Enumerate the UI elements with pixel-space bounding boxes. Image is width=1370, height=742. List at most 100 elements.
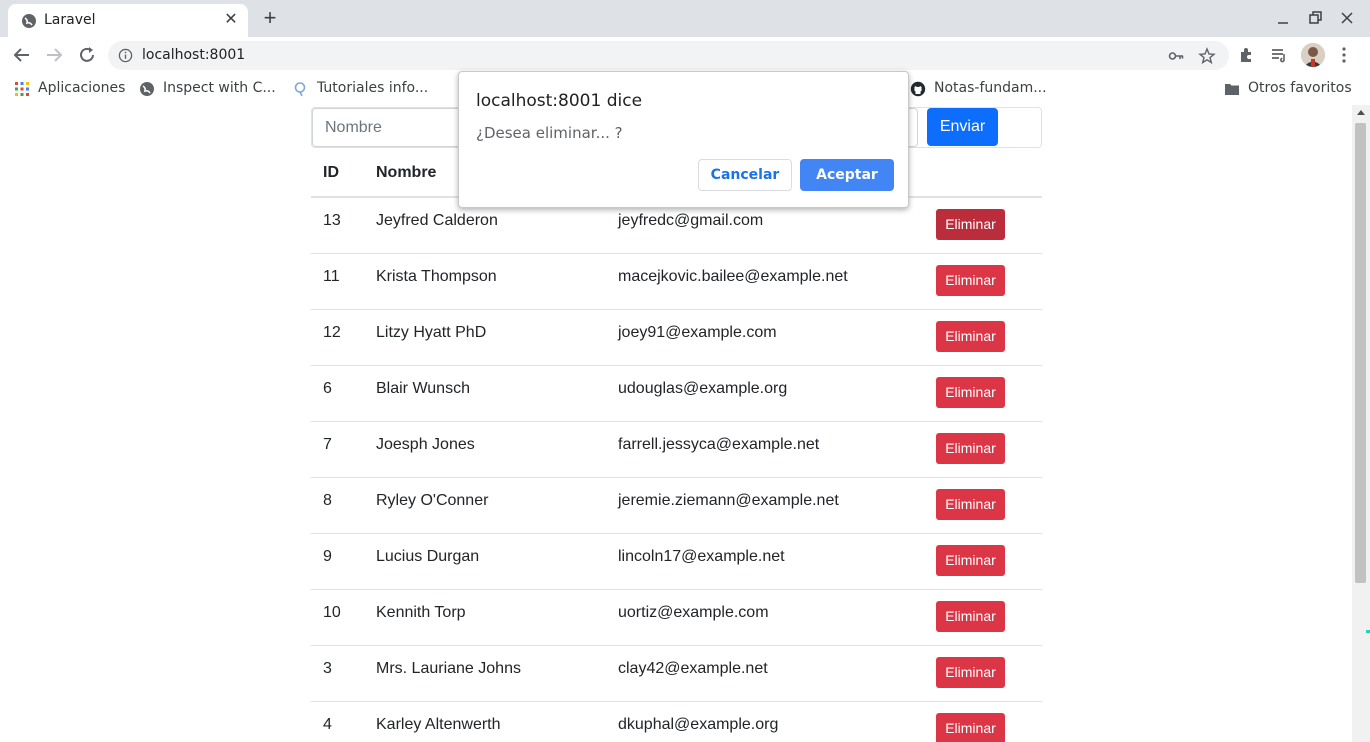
- row-id-cell: 11: [311, 253, 364, 310]
- row-name-text: Kennith Torp: [376, 604, 466, 621]
- row-action-cell: Eliminar: [924, 309, 1042, 366]
- row-name-text: Lucius Durgan: [376, 548, 480, 565]
- row-name-cell: Mrs. Lauriane Johns: [364, 645, 606, 702]
- table-row: 11 Krista Thompson macejkovic.bailee@examp…: [311, 253, 1042, 310]
- eliminar-button[interactable]: Eliminar: [936, 432, 1005, 464]
- row-email-text: clay42@example.net: [618, 660, 768, 677]
- globe-icon: [140, 82, 154, 96]
- row-id-text: 10: [323, 604, 341, 621]
- row-email-cell: lincoln17@example.net: [606, 533, 924, 590]
- confirm-dialog: localhost:8001 dice ¿Desea eliminar... ?…: [458, 71, 909, 208]
- row-email-cell: clay42@example.net: [606, 645, 924, 702]
- reload-icon[interactable]: [75, 43, 99, 67]
- back-icon[interactable]: [10, 43, 34, 67]
- header-actions: [924, 149, 1042, 198]
- folder-icon: [1225, 84, 1239, 95]
- address-bar[interactable]: localhost:8001: [108, 41, 1229, 70]
- eliminar-button[interactable]: Eliminar: [936, 488, 1005, 520]
- row-name-cell: Lucius Durgan: [364, 533, 606, 590]
- eliminar-button[interactable]: Eliminar: [936, 376, 1005, 408]
- row-name-cell: Karley Altenwerth: [364, 701, 606, 742]
- aceptar-button[interactable]: Aceptar: [800, 159, 894, 191]
- row-id-cell: 6: [311, 365, 364, 422]
- row-email-cell: macejkovic.bailee@example.net: [606, 253, 924, 310]
- row-id-text: 3: [323, 660, 332, 677]
- eliminar-button[interactable]: Eliminar: [936, 544, 1005, 576]
- row-action-cell: Eliminar: [924, 645, 1042, 702]
- cancelar-button[interactable]: Cancelar: [698, 159, 792, 191]
- row-name-text: Krista Thompson: [376, 268, 497, 285]
- apps-grid-icon: [15, 82, 29, 96]
- row-id-cell: 12: [311, 309, 364, 366]
- new-tab-icon[interactable]: +: [258, 7, 282, 31]
- row-action-cell: Eliminar: [924, 589, 1042, 646]
- row-id-cell: 3: [311, 645, 364, 702]
- table-row: 4 Karley Altenwerth dkuphal@example.org Eli…: [311, 701, 1042, 742]
- eliminar-button[interactable]: Eliminar: [936, 600, 1005, 632]
- browser-tab[interactable]: Laravel ✕: [8, 4, 248, 37]
- enviar-button[interactable]: Enviar: [927, 108, 998, 146]
- row-action-cell: Eliminar: [924, 253, 1042, 310]
- eliminar-button[interactable]: Eliminar: [936, 264, 1005, 296]
- row-email-text: jeyfredc@gmail.com: [618, 212, 764, 230]
- edge-marker: [1366, 630, 1370, 633]
- row-name-text: Mrs. Lauriane Johns: [376, 660, 521, 677]
- close-tab-icon[interactable]: ✕: [222, 11, 240, 29]
- row-id-cell: 10: [311, 589, 364, 646]
- eliminar-button[interactable]: Eliminar: [936, 712, 1005, 742]
- users-table: ID Nombre 13 Jeyfred Calderon jeyfredc@gma…: [311, 149, 1042, 742]
- row-name-cell: Krista Thompson: [364, 253, 606, 310]
- row-name-cell: Ryley O'Conner: [364, 477, 606, 534]
- bookmark-label: Aplicaciones: [38, 80, 126, 96]
- tab-strip: Laravel ✕ +: [0, 0, 1370, 37]
- menu-kebab-icon[interactable]: [1334, 45, 1354, 65]
- table-row: 7 Joesph Jones farrell.jessyca@example.net…: [311, 421, 1042, 478]
- key-icon[interactable]: [1168, 48, 1184, 64]
- row-name-cell: Litzy Hyatt PhD: [364, 309, 606, 366]
- dialog-message: ¿Desea eliminar... ?: [476, 124, 623, 142]
- eliminar-button[interactable]: Eliminar: [936, 320, 1005, 352]
- eliminar-button[interactable]: Eliminar: [936, 656, 1005, 688]
- row-email-cell: uortiz@example.com: [606, 589, 924, 646]
- row-email-cell: dkuphal@example.org: [606, 701, 924, 742]
- row-name-text: Blair Wunsch: [376, 380, 470, 397]
- row-id-cell: 13: [311, 197, 364, 254]
- minimize-icon[interactable]: [1273, 8, 1293, 28]
- url-text: localhost:8001: [142, 47, 246, 63]
- row-email-text: uortiz@example.com: [618, 604, 769, 621]
- table-row: 10 Kennith Torp uortiz@example.com Eliminar: [311, 589, 1042, 646]
- row-name-text: Litzy Hyatt PhD: [376, 324, 487, 341]
- bookmark-label: Notas-fundam...: [934, 80, 1047, 96]
- row-email-text: joey91@example.com: [618, 324, 777, 341]
- row-action-cell: Eliminar: [924, 197, 1042, 254]
- forward-icon[interactable]: [42, 43, 66, 67]
- row-action-cell: Eliminar: [924, 533, 1042, 590]
- row-email-text: dkuphal@example.org: [618, 716, 779, 733]
- row-name-text: Joesph Jones: [376, 436, 475, 453]
- bookmark-star-icon[interactable]: [1198, 47, 1216, 65]
- extensions-icon[interactable]: [1237, 45, 1257, 65]
- restore-icon[interactable]: [1305, 8, 1325, 28]
- eliminar-button[interactable]: Eliminar: [936, 208, 1005, 240]
- globe-icon: [22, 14, 36, 28]
- row-id-text: 11: [323, 268, 340, 285]
- scroll-up-arrow-icon[interactable]: [1357, 110, 1365, 115]
- row-name-text: Ryley O'Conner: [376, 492, 489, 509]
- row-id-text: 12: [323, 324, 341, 341]
- github-icon: [910, 81, 926, 97]
- close-window-icon[interactable]: [1337, 8, 1357, 28]
- media-queue-icon[interactable]: [1269, 45, 1289, 65]
- scroll-thumb[interactable]: [1355, 123, 1366, 583]
- row-email-text: farrell.jessyca@example.net: [618, 436, 820, 453]
- table-row: 6 Blair Wunsch udouglas@example.org Elimina…: [311, 365, 1042, 422]
- row-name-text: Jeyfred Calderon: [376, 212, 498, 230]
- avatar-icon: [1301, 43, 1325, 67]
- row-action-cell: Eliminar: [924, 365, 1042, 422]
- row-email-text: jeremie.ziemann@example.net: [618, 492, 839, 509]
- profile-avatar[interactable]: [1301, 43, 1325, 67]
- row-email-text: macejkovic.bailee@example.net: [618, 268, 848, 285]
- info-icon[interactable]: [118, 48, 133, 63]
- browser-toolbar: localhost:8001: [0, 37, 1370, 73]
- vertical-scrollbar[interactable]: [1352, 105, 1370, 742]
- row-id-text: 8: [323, 492, 332, 509]
